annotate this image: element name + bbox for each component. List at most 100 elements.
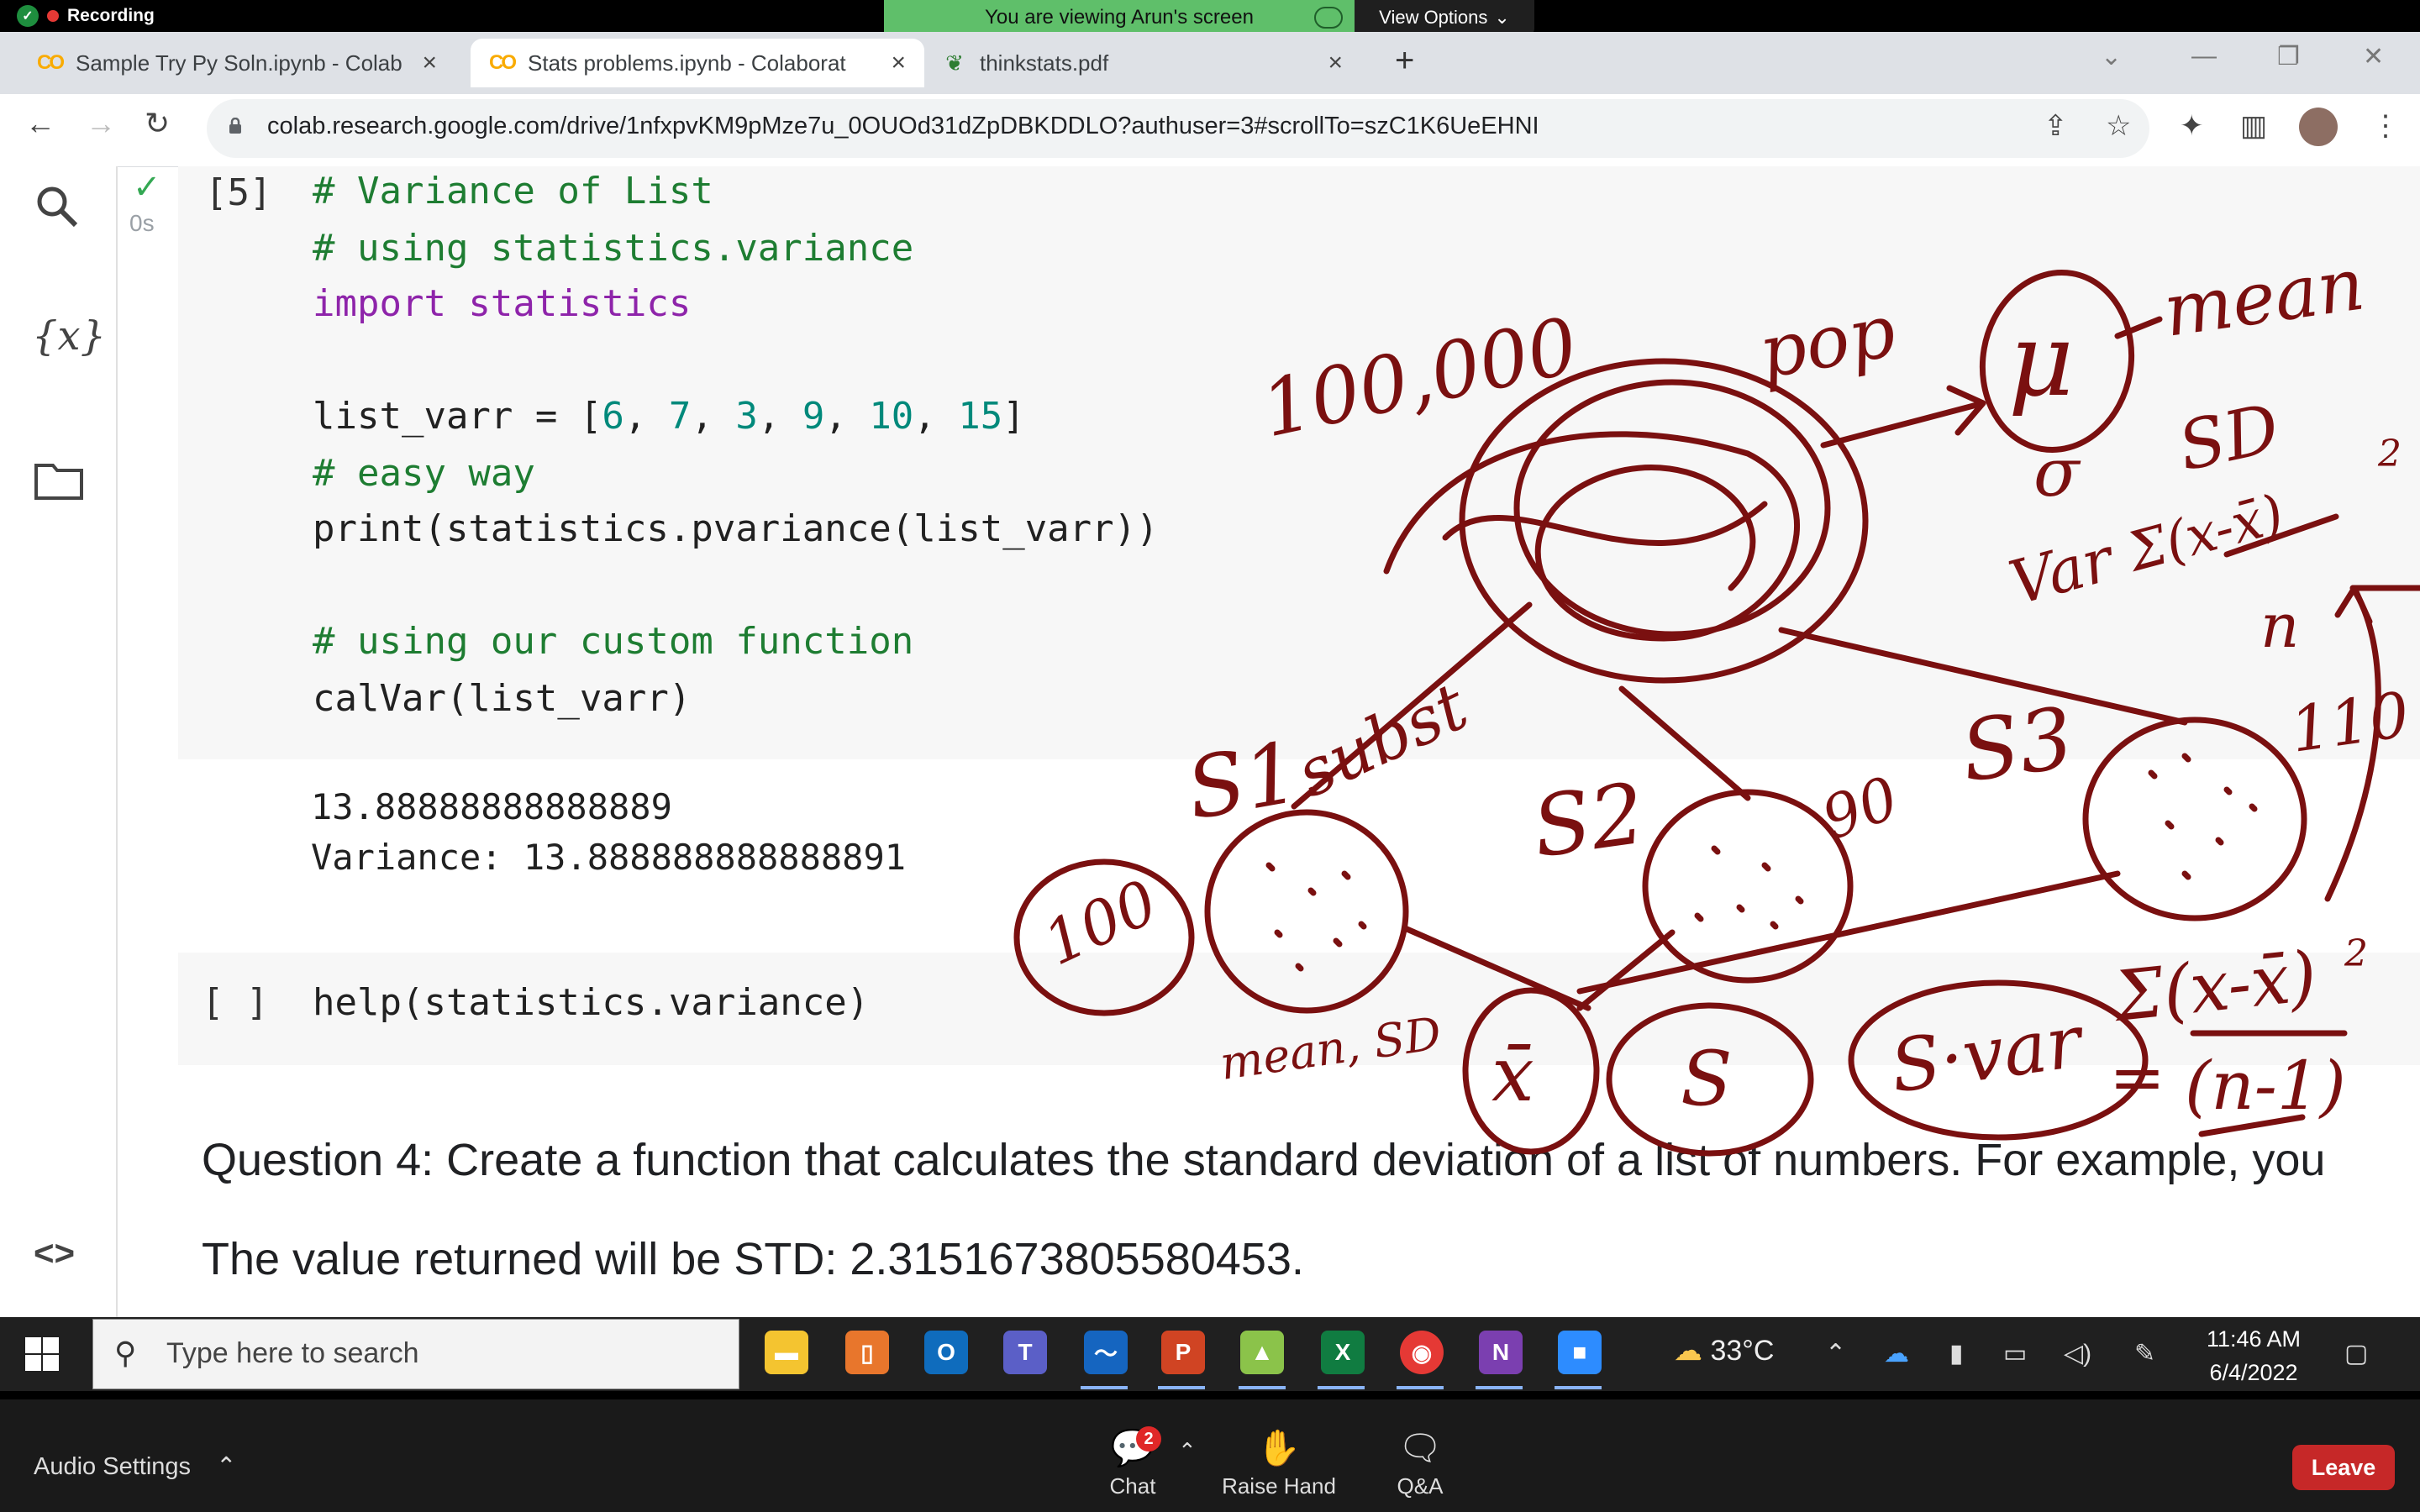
system-clock[interactable]: 11:46 AM 6/4/2022 <box>2203 1322 2304 1389</box>
extensions-icon[interactable]: ✦ <box>2180 109 2204 143</box>
reload-icon[interactable]: ↻ <box>145 106 170 141</box>
app-active-indicator <box>1476 1386 1523 1389</box>
close-icon[interactable]: × <box>422 49 437 77</box>
share-icon[interactable]: ⇪ <box>2044 109 2068 143</box>
qa-label: Q&A <box>1397 1473 1444 1499</box>
tab-label: thinkstats.pdf <box>980 50 1109 76</box>
onenote-icon[interactable]: N <box>1479 1331 1523 1374</box>
cell-output-line: Variance: 13.888888888888891 <box>311 837 907 878</box>
tab-search-icon[interactable]: ⌄ <box>2101 42 2122 71</box>
code-line[interactable]: calVar(list_varr) <box>313 677 691 720</box>
chevron-up-icon[interactable]: ⌃ <box>1825 1339 1846 1368</box>
tab-sample-try-py[interactable]: CO Sample Try Py Soln.ipynb - Colab × <box>18 39 455 87</box>
code-line[interactable]: # using statistics.variance <box>313 227 913 270</box>
code-line[interactable]: # using our custom function <box>313 620 913 663</box>
s2-dots <box>1694 845 1804 930</box>
chat-label: Chat <box>1109 1473 1156 1499</box>
back-icon[interactable]: ← <box>25 106 55 141</box>
audio-settings-button[interactable]: Audio Settings ⌃ <box>34 1452 236 1481</box>
tab-thinkstats[interactable]: ❦ thinkstats.pdf × <box>924 39 1361 87</box>
app-active-indicator <box>1555 1386 1602 1389</box>
markdown-question-4: Question 4: Create a function that calcu… <box>202 1135 2326 1185</box>
execution-count: [5] <box>205 171 272 214</box>
phone-app-icon[interactable]: ▯ <box>845 1331 889 1374</box>
app-active-indicator <box>1318 1386 1365 1389</box>
markdown-std-result: The value returned will be STD: 2.315167… <box>202 1234 1304 1284</box>
view-options-button[interactable]: View Options ⌄ <box>1355 0 1534 35</box>
variables-icon[interactable]: {x} <box>32 312 106 360</box>
new-tab-button[interactable]: + <box>1395 42 1414 80</box>
cell-runtime: 0s <box>129 210 155 236</box>
zoom-icon[interactable]: ■ <box>1558 1331 1602 1374</box>
recording-label: Recording <box>67 6 155 25</box>
windows-start-icon[interactable] <box>24 1336 60 1373</box>
chevron-down-icon: ⌄ <box>1494 7 1510 28</box>
hand-icon: ✋ <box>1256 1428 1302 1467</box>
viewing-screen-banner: You are viewing Arun's screen <box>884 0 1355 35</box>
app-active-indicator <box>1397 1386 1444 1389</box>
microphone-icon[interactable]: ▮ <box>1949 1339 1964 1368</box>
colab-icon: CO <box>37 51 65 74</box>
volume-icon[interactable]: ◁) <box>2064 1339 2091 1368</box>
powerpoint-icon[interactable]: P <box>1161 1331 1205 1374</box>
more-menu-icon[interactable]: ⋮ <box>2371 109 2400 143</box>
code-line[interactable]: # easy way <box>313 452 535 495</box>
search-icon[interactable] <box>34 183 81 230</box>
clock-time: 11:46 AM <box>2206 1326 2302 1352</box>
cloud-icon <box>1314 7 1343 29</box>
url-text[interactable]: colab.research.google.com/drive/1nfxpvKM… <box>267 113 1539 140</box>
qa-button[interactable]: 🗨 Q&A <box>1361 1428 1479 1499</box>
run-success-check-icon[interactable]: ✓ <box>133 168 161 207</box>
code-line[interactable]: print(statistics.pvariance(list_varr)) <box>313 507 1159 550</box>
code-snippets-icon[interactable]: <> <box>34 1233 75 1273</box>
pen-icon[interactable]: ✎ <box>2134 1339 2155 1368</box>
raise-hand-label: Raise Hand <box>1222 1473 1336 1499</box>
teams-icon[interactable]: T <box>1003 1331 1047 1374</box>
bookmark-star-icon[interactable]: ☆ <box>2106 109 2131 143</box>
leave-meeting-button[interactable]: Leave <box>2292 1445 2395 1490</box>
outlook-icon[interactable]: O <box>924 1331 968 1374</box>
underline <box>2198 1114 2306 1137</box>
colab-icon: CO <box>489 51 517 74</box>
onedrive-icon[interactable]: ☁ <box>1884 1339 1909 1368</box>
chat-bubble-icon: 💬 <box>1110 1428 1155 1467</box>
weather-widget[interactable]: ☁ 33°C <box>1674 1334 1774 1368</box>
profile-avatar[interactable] <box>2299 108 2338 146</box>
code-line[interactable]: # Variance of List <box>313 170 713 213</box>
lock-icon <box>229 118 241 134</box>
execution-count[interactable]: [ ] <box>202 981 268 1024</box>
recording-indicator: ✓ Recording <box>17 3 155 29</box>
chevron-up-icon[interactable]: ⌃ <box>1178 1438 1197 1464</box>
tab-stats-problems[interactable]: CO Stats problems.ipynb - Colaborat × <box>471 39 924 87</box>
raise-hand-button[interactable]: ✋ Raise Hand <box>1220 1428 1338 1499</box>
folder-icon[interactable] <box>34 459 84 501</box>
battery-icon[interactable]: ▭ <box>2003 1339 2027 1368</box>
zoom-control-bar <box>0 1391 2420 1512</box>
excel-icon[interactable]: X <box>1321 1331 1365 1374</box>
file-explorer-icon[interactable]: ▬ <box>765 1331 808 1374</box>
search-icon: ⚲ <box>114 1336 137 1370</box>
label-90: 90 <box>1813 763 1907 853</box>
code-line[interactable]: list_varr = [6, 7, 3, 9, 10, 15] <box>313 395 1025 438</box>
audio-settings-label: Audio Settings <box>34 1453 192 1480</box>
forward-icon[interactable]: → <box>86 106 116 141</box>
code-line[interactable]: import statistics <box>313 282 691 325</box>
tab-label: Stats problems.ipynb - Colaborat <box>528 50 846 76</box>
restore-icon[interactable]: ❐ <box>2277 42 2300 71</box>
close-icon[interactable]: × <box>891 49 906 77</box>
image-app-icon[interactable]: ▲ <box>1240 1331 1284 1374</box>
taskbar-search-placeholder[interactable]: Type here to search <box>166 1337 419 1370</box>
chat-button[interactable]: 💬 Chat <box>1074 1428 1192 1499</box>
app-active-indicator <box>1239 1386 1286 1389</box>
minimize-icon[interactable]: — <box>2191 42 2217 71</box>
close-icon[interactable]: × <box>1328 49 1343 77</box>
side-panel-icon[interactable]: ▥ <box>2240 109 2267 143</box>
view-options-label: View Options <box>1379 7 1488 28</box>
chrome-icon[interactable]: ◉ <box>1400 1331 1444 1374</box>
close-window-icon[interactable]: ✕ <box>2363 42 2384 71</box>
record-dot-icon <box>47 10 59 22</box>
app-active-indicator <box>1081 1386 1128 1389</box>
notifications-icon[interactable]: ▢ <box>2344 1339 2368 1368</box>
whiteboard-icon[interactable]: 〜 <box>1084 1331 1128 1374</box>
code-line[interactable]: help(statistics.variance) <box>313 981 869 1024</box>
